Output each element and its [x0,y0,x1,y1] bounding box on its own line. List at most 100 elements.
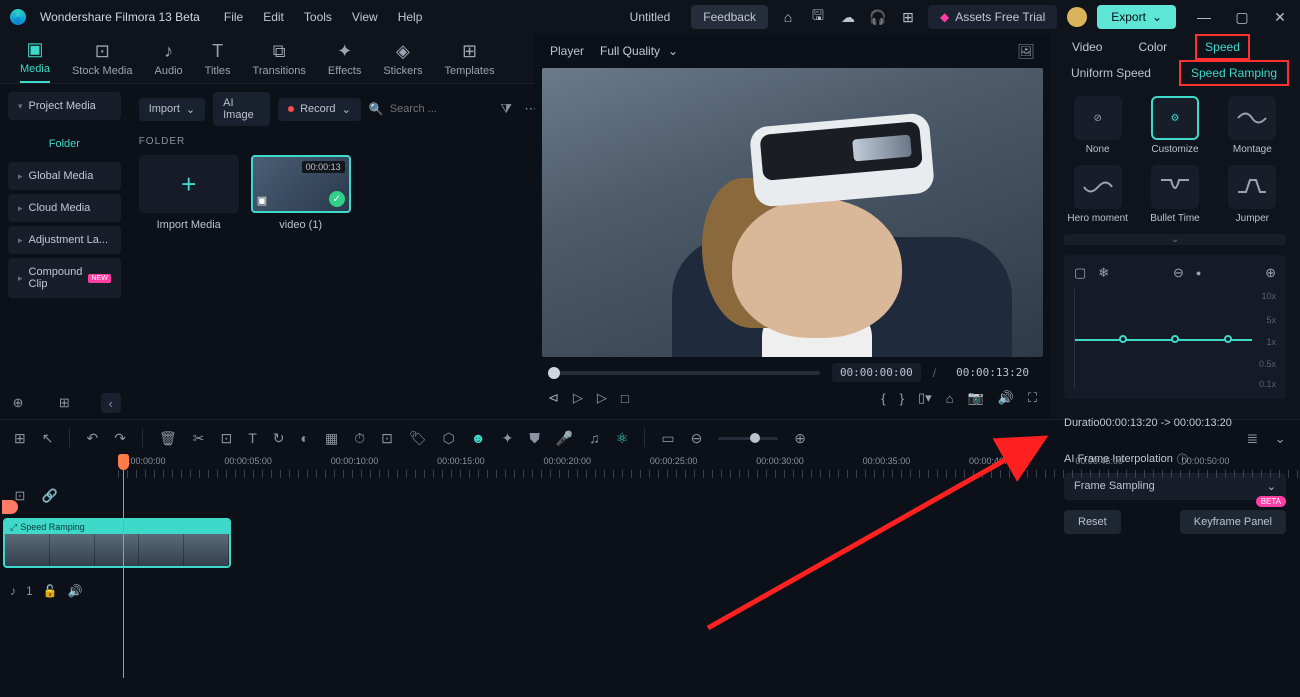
project-media-header[interactable]: ▾Project Media [8,92,121,120]
timeline-clip[interactable]: ⤢Speed Ramping [3,518,231,568]
play-loop-icon[interactable]: ▷ [597,390,607,406]
prev-frame-icon[interactable]: ⊲ [548,390,559,406]
scrub-handle[interactable] [548,367,560,379]
playhead[interactable] [123,456,124,678]
tab-effects[interactable]: ✦Effects [328,41,361,83]
freeze-icon[interactable]: ❄ [1098,265,1109,281]
minimize-icon[interactable]: — [1194,7,1214,27]
keyframe-dot-icon[interactable]: ● [1196,268,1201,278]
collapse-presets[interactable]: ⌄ [1064,234,1286,245]
scrub-track[interactable] [548,371,820,375]
cloud-icon[interactable]: ☁ [838,7,858,27]
tab-color[interactable]: Color [1130,36,1175,58]
screen-icon[interactable]: ⌂ [946,391,954,406]
tab-media[interactable]: ▣Media [20,39,50,83]
search-input[interactable] [390,103,490,115]
camera-icon[interactable]: 📷 [968,390,984,406]
headphones-icon[interactable]: 🎧 [868,7,888,27]
tab-speed-ramping[interactable]: Speed Ramping [1179,60,1289,86]
speed-tool-icon[interactable]: ⏱ [354,430,365,447]
avatar-icon[interactable] [1067,7,1087,27]
zoom-slider[interactable] [718,437,778,440]
assets-trial-button[interactable]: ◆Assets Free Trial [928,5,1057,29]
preset-bullet-time[interactable]: Bullet Time [1141,165,1208,224]
collapse-sidebar-icon[interactable]: ‹ [101,393,121,413]
tag-icon[interactable]: 🏷 [409,430,427,447]
menu-help[interactable]: Help [398,10,423,24]
tab-transitions[interactable]: ⧉Transitions [253,41,306,83]
volume-icon[interactable]: 🔊 [998,390,1014,406]
video-viewport[interactable] [542,68,1043,357]
music-icon[interactable]: ♫ [589,430,600,446]
record-button[interactable]: Record⌄ [278,98,361,121]
undo-icon[interactable]: ↶ [86,430,98,447]
sparkle-icon[interactable]: ✦ [502,430,514,447]
focus-icon[interactable]: ⊡ [381,430,393,447]
export-button[interactable]: Export⌄ [1097,5,1176,29]
snapshot-icon[interactable]: 🖼 [1017,43,1035,60]
tab-titles[interactable]: TTitles [205,41,231,83]
quality-select[interactable]: Full Quality⌄ [600,44,678,58]
menu-file[interactable]: File [224,10,243,24]
time-ruler[interactable]: 00:00:00:00 00:00:05:00 00:00:10:00 00:0… [118,456,1300,478]
frame-icon[interactable]: ▭ [661,430,674,447]
sidebar-compound-clip[interactable]: ▸Compound ClipNEW [8,258,121,298]
smile-icon[interactable]: ☻ [471,430,486,446]
sidebar-global-media[interactable]: ▸Global Media [8,162,121,190]
tab-stock-media[interactable]: ⊡Stock Media [72,41,133,83]
filter-icon[interactable]: ⧩ [498,99,515,119]
preset-customize[interactable]: ⚙Customize [1141,96,1208,155]
rotate-icon[interactable]: ↻ [273,430,285,447]
shape-icon[interactable]: ⬡ [443,430,455,447]
menu-view[interactable]: View [352,10,378,24]
preset-hero-moment[interactable]: Hero moment [1064,165,1131,224]
grid-icon[interactable]: ⊞ [14,430,26,447]
timeline-marker[interactable] [2,500,18,514]
text-icon[interactable]: T [248,430,257,446]
video-tile[interactable]: 00:00:13 ▣ ✓ video (1) [251,155,351,231]
color-icon[interactable]: ▦ [325,430,338,447]
tab-audio[interactable]: ♪Audio [155,41,183,83]
link-icon[interactable]: 🔗 [40,486,60,506]
speed-graph[interactable]: ▢ ❄ ⊖ ● ⊕ 10x 5x 1x 0.5x 0.1x [1064,255,1286,399]
remove-keyframe-icon[interactable]: ⊖ [1173,265,1184,281]
apps-icon[interactable]: ⊞ [898,7,918,27]
shield-icon[interactable]: ⛊ [529,430,540,447]
tab-templates[interactable]: ⊞Templates [444,41,494,83]
delete-icon[interactable]: 🗑 [159,430,177,447]
zoom-in-icon[interactable]: ⊕ [794,430,806,447]
menu-edit[interactable]: Edit [263,10,284,24]
device-icon[interactable]: ⌂ [778,7,798,27]
ratio-icon[interactable]: ▯▾ [918,390,932,406]
mute-icon[interactable]: 🔊 [68,584,83,598]
mark-out-icon[interactable]: } [900,391,904,406]
mask-icon[interactable]: ◐ [300,430,308,446]
folder-tab[interactable]: Folder [8,130,121,158]
sidebar-cloud-media[interactable]: ▸Cloud Media [8,194,121,222]
fullscreen-icon[interactable]: ⛶ [1028,390,1037,406]
menu-tools[interactable]: Tools [304,10,332,24]
view-options-icon[interactable]: ⌄ [1274,430,1286,447]
tab-stickers[interactable]: ◈Stickers [383,41,422,83]
tab-video[interactable]: Video [1064,36,1110,58]
maximize-icon[interactable]: ▢ [1232,7,1252,27]
cut-icon[interactable]: ✂ [193,430,205,447]
add-keyframe-icon[interactable]: ⊕ [1265,265,1276,281]
crop-icon[interactable]: ⊡ [220,430,232,447]
graph-toggle-icon[interactable]: ▢ [1074,265,1086,281]
feedback-button[interactable]: Feedback [691,5,768,29]
stop-icon[interactable]: □ [621,391,629,406]
tab-speed[interactable]: Speed [1195,34,1250,60]
sidebar-adjustment-layer[interactable]: ▸Adjustment La... [8,226,121,254]
mark-in-icon[interactable]: { [881,391,885,406]
preset-jumper[interactable]: Jumper [1219,165,1286,224]
ai-icon[interactable]: ⚛ [616,430,629,447]
play-icon[interactable]: ▷ [573,390,583,406]
redo-icon[interactable]: ↷ [114,430,126,447]
save-icon[interactable]: 🖫 [808,7,828,27]
new-folder-icon[interactable]: ⊕ [8,393,28,413]
zoom-out-icon[interactable]: ⊖ [691,430,703,447]
new-bin-icon[interactable]: ⊞ [54,393,74,413]
view-list-icon[interactable]: ≣ [1247,430,1259,447]
preset-none[interactable]: ⊘None [1064,96,1131,155]
